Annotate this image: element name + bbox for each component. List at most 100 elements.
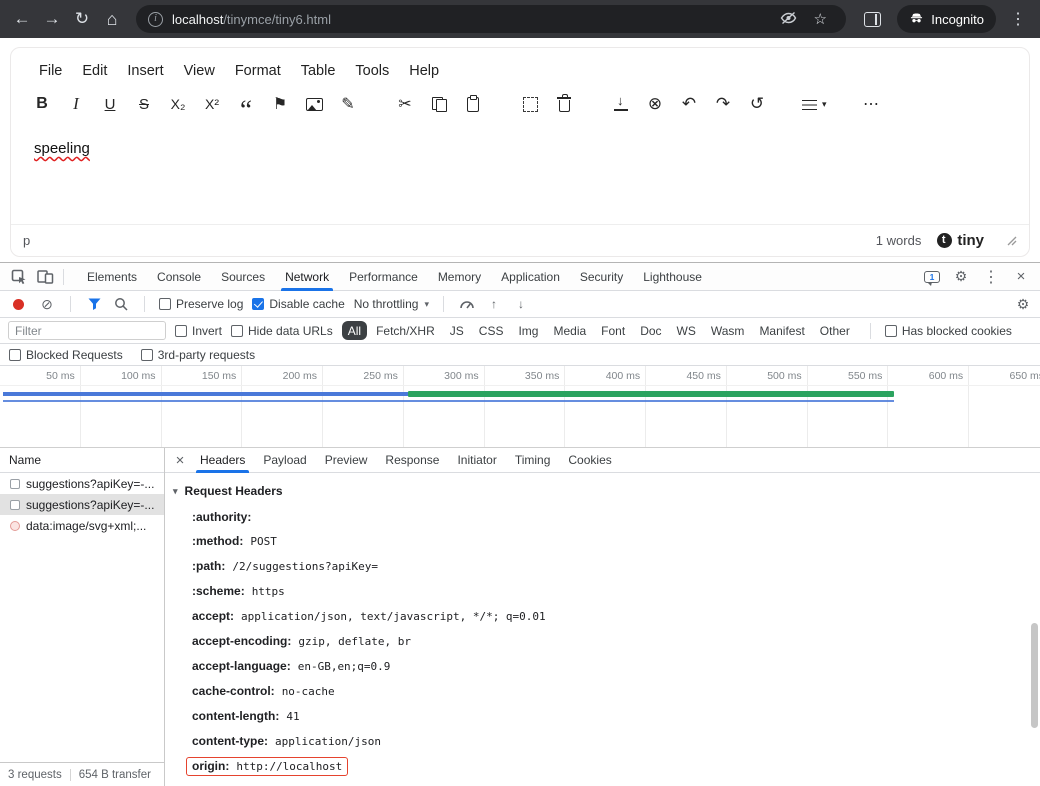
request-headers-section[interactable]: Request Headers <box>173 484 1022 498</box>
close-details-icon[interactable] <box>169 452 191 469</box>
checkbox-checked[interactable] <box>252 298 264 310</box>
details-scrollbar[interactable] <box>1030 473 1039 786</box>
align-icon[interactable] <box>802 92 827 116</box>
menu-item[interactable]: Table <box>291 59 346 83</box>
checkbox[interactable] <box>141 349 153 361</box>
device-toolbar-icon[interactable] <box>32 264 58 290</box>
menu-item[interactable]: View <box>174 59 225 83</box>
settings-gear-icon[interactable] <box>952 268 970 285</box>
devtools-tab[interactable]: Memory <box>428 263 491 291</box>
disclosure-triangle-icon[interactable] <box>173 486 178 497</box>
has-blocked-cookies-checkbox[interactable]: Has blocked cookies <box>885 324 1012 338</box>
download-icon[interactable] <box>609 92 633 116</box>
devtools-tab[interactable]: Security <box>570 263 633 291</box>
details-tab[interactable]: Response <box>376 448 448 473</box>
checkbox[interactable] <box>9 349 21 361</box>
menu-item[interactable]: Format <box>225 59 291 83</box>
cancel-icon[interactable]: ⊗ <box>643 92 667 116</box>
devtools-tab[interactable]: Elements <box>77 263 147 291</box>
devtools-close-icon[interactable] <box>1012 268 1030 285</box>
copy-icon[interactable] <box>427 92 451 116</box>
browser-menu-icon[interactable] <box>1004 5 1032 33</box>
filter-type-pill[interactable]: Doc <box>634 321 667 340</box>
filter-type-pill[interactable]: JS <box>444 321 470 340</box>
permanent-pen-icon[interactable]: ✎ <box>336 92 360 116</box>
resize-handle-icon[interactable] <box>1006 235 1017 246</box>
checkbox[interactable] <box>159 298 171 310</box>
invert-checkbox[interactable]: Invert <box>175 324 222 338</box>
devtools-tab[interactable]: Performance <box>339 263 428 291</box>
insert-image-icon[interactable] <box>302 92 326 116</box>
menu-item[interactable]: Tools <box>345 59 399 83</box>
devtools-tab[interactable]: Application <box>491 263 570 291</box>
checkbox[interactable] <box>231 325 243 337</box>
filter-type-pill[interactable]: WS <box>671 321 702 340</box>
export-har-icon[interactable] <box>512 297 530 311</box>
clear-icon[interactable] <box>38 296 56 313</box>
import-har-icon[interactable] <box>485 297 503 311</box>
underline-icon[interactable]: U <box>98 92 122 116</box>
inspect-element-icon[interactable] <box>6 264 32 290</box>
filter-type-pill[interactable]: Img <box>512 321 544 340</box>
bookmark-star-icon[interactable] <box>806 5 834 33</box>
record-icon[interactable] <box>13 299 24 310</box>
details-tab[interactable]: Initiator <box>448 448 505 473</box>
filter-type-pill[interactable]: All <box>342 321 367 340</box>
filter-type-pill[interactable]: Font <box>595 321 631 340</box>
element-path[interactable]: p <box>23 233 30 248</box>
menu-item[interactable]: File <box>29 59 72 83</box>
filter-type-pill[interactable]: Fetch/XHR <box>370 321 441 340</box>
network-conditions-icon[interactable] <box>458 298 476 310</box>
devtools-tab[interactable]: Console <box>147 263 211 291</box>
blockquote-icon[interactable]: “ <box>234 92 258 116</box>
strikethrough-icon[interactable]: S <box>132 92 156 116</box>
devtools-tab[interactable]: Network <box>275 263 339 291</box>
eye-off-icon[interactable] <box>780 11 797 28</box>
checkbox[interactable] <box>175 325 187 337</box>
select-all-icon[interactable] <box>518 92 542 116</box>
bold-icon[interactable]: B <box>30 92 54 116</box>
address-bar[interactable]: i localhost/tinymce/tiny6.html <box>136 5 846 33</box>
request-row[interactable]: suggestions?apiKey=-... <box>0 473 164 494</box>
superscript-icon[interactable]: X² <box>200 92 224 116</box>
menu-item[interactable]: Edit <box>72 59 117 83</box>
back-icon[interactable] <box>8 5 36 33</box>
format-painter-icon[interactable]: ⚑ <box>268 92 292 116</box>
preserve-log-checkbox[interactable]: Preserve log <box>159 297 243 311</box>
editor-content[interactable]: speeling <box>11 125 1029 172</box>
home-icon[interactable] <box>98 5 126 33</box>
network-settings-icon[interactable] <box>1014 296 1032 313</box>
third-party-requests-checkbox[interactable]: 3rd-party requests <box>141 348 255 362</box>
more-icon[interactable]: ⋯ <box>860 92 884 116</box>
filter-toggle-icon[interactable] <box>85 298 103 310</box>
menu-item[interactable]: Insert <box>117 59 173 83</box>
details-tab[interactable]: Headers <box>191 448 254 473</box>
request-row[interactable]: data:image/svg+xml;... <box>0 515 164 536</box>
page-info-icon[interactable]: i <box>148 12 163 27</box>
filter-type-pill[interactable]: Media <box>547 321 592 340</box>
word-count[interactable]: 1 words <box>876 233 922 248</box>
scrollbar-thumb[interactable] <box>1031 623 1038 728</box>
search-icon[interactable] <box>112 297 130 311</box>
network-overview[interactable]: 50 ms100 ms150 ms200 ms250 ms300 ms350 m… <box>0 366 1040 448</box>
details-tab[interactable]: Preview <box>316 448 377 473</box>
cut-icon[interactable]: ✂ <box>393 92 417 116</box>
disable-cache-checkbox[interactable]: Disable cache <box>252 297 344 311</box>
name-column-header[interactable]: Name <box>0 448 164 473</box>
filter-type-pill[interactable]: Other <box>814 321 856 340</box>
devtools-tab[interactable]: Sources <box>211 263 275 291</box>
side-panel-icon[interactable] <box>864 12 881 27</box>
restore-draft-icon[interactable]: ↺ <box>745 92 769 116</box>
redo-icon[interactable]: ↷ <box>711 92 735 116</box>
devtools-menu-icon[interactable] <box>982 267 1000 287</box>
misspelled-word[interactable]: speeling <box>34 140 90 157</box>
request-row[interactable]: suggestions?apiKey=-... <box>0 494 164 515</box>
devtools-tab[interactable]: Lighthouse <box>633 263 712 291</box>
menu-item[interactable]: Help <box>399 59 449 83</box>
filter-type-pill[interactable]: CSS <box>473 321 510 340</box>
details-tab[interactable]: Cookies <box>559 448 620 473</box>
paste-icon[interactable] <box>461 92 485 116</box>
filter-input[interactable] <box>8 321 166 340</box>
throttling-select[interactable]: No throttling <box>354 297 429 311</box>
issues-icon[interactable]: 1 <box>924 271 940 283</box>
